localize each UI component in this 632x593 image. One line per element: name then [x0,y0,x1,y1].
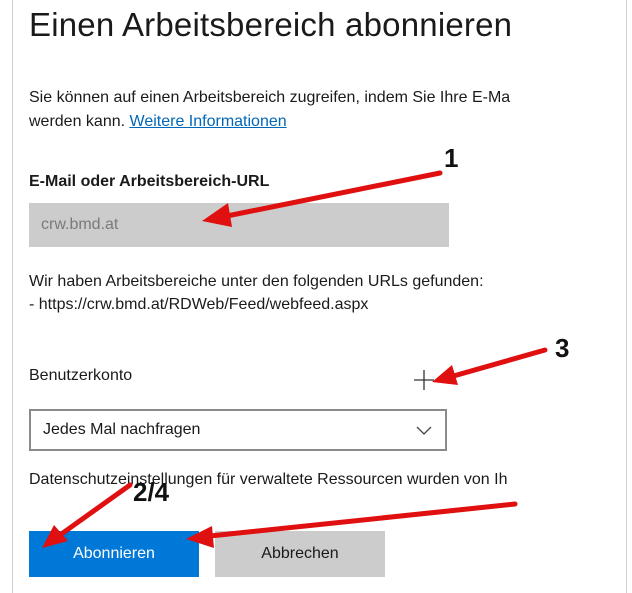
email-url-label: E-Mail oder Arbeitsbereich-URL [29,173,270,190]
email-url-input[interactable] [29,203,449,247]
window-border-right [626,0,627,593]
annotation-label-2-4: 2/4 [133,477,170,507]
dialog-description: Sie können auf einen Arbeitsbereich zugr… [29,86,626,134]
arrow-2-4-left [57,482,133,538]
annotation-label-3: 3 [555,333,570,363]
user-account-selected-value: Jedes Mal nachfragen [43,421,201,438]
description-line-2: werden kann. Weitere Informationen [29,110,626,134]
privacy-settings-text: Datenschutzeinstellungen für verwaltete … [29,471,508,488]
more-info-link[interactable]: Weitere Informationen [130,113,287,130]
plus-icon [414,370,434,390]
user-account-label: Benutzerkonto [29,367,133,384]
subscribe-button[interactable]: Abonnieren [29,531,199,577]
cancel-button[interactable]: Abbrechen [215,531,385,577]
found-workspaces-text: Wir haben Arbeitsbereiche unter den folg… [29,270,484,316]
description-line-2-text: werden kann. [29,113,126,130]
window-border-left [12,0,13,593]
chevron-down-icon [416,426,432,435]
annotation-label-1: 1 [444,143,459,173]
arrow-3 [447,347,548,380]
found-line-1: Wir haben Arbeitsbereiche unter den folg… [29,273,484,290]
found-url-line: - https://crw.bmd.at/RDWeb/Feed/webfeed.… [29,296,369,313]
dialog-title: Einen Arbeitsbereich abonnieren [29,6,513,43]
add-account-button[interactable] [411,367,437,393]
description-line-1: Sie können auf einen Arbeitsbereich zugr… [29,89,511,106]
user-account-select[interactable]: Jedes Mal nachfragen [29,409,447,451]
